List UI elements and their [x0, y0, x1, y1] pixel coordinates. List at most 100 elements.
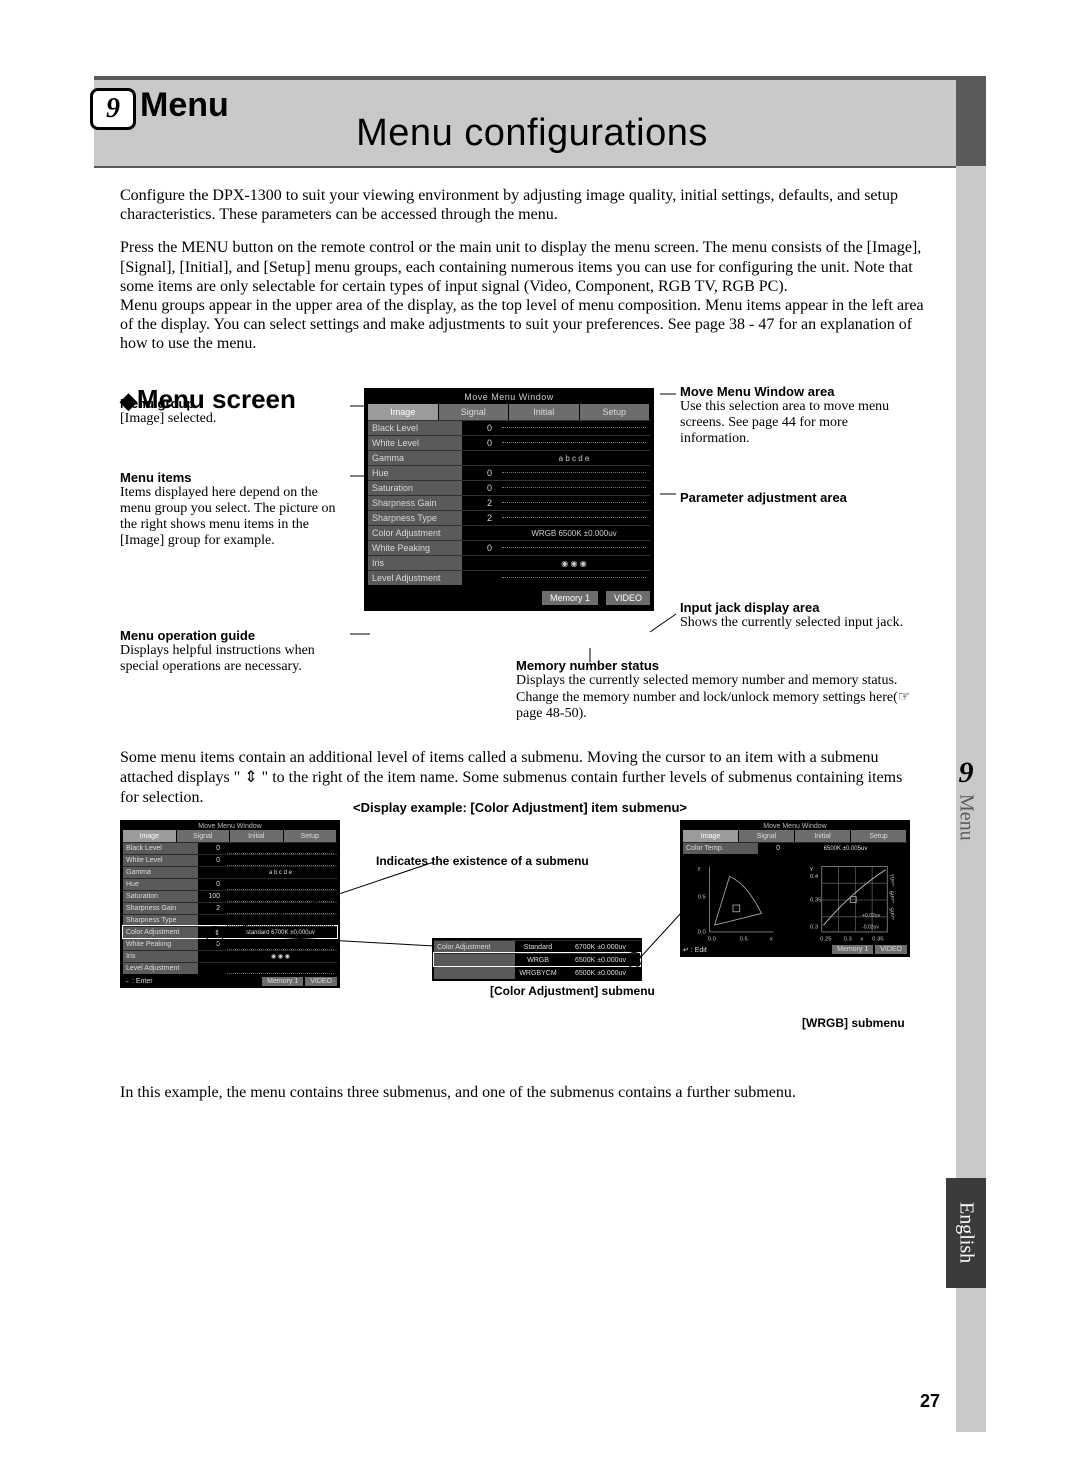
mini-right-tab-image[interactable]: Image — [683, 830, 739, 842]
osd-row-label: Sharpness Gain — [368, 496, 462, 510]
osd-row-value: 0 — [462, 483, 498, 493]
mini-left-row[interactable]: Level Adjustment — [123, 962, 337, 974]
mini-left-row[interactable]: Iris◉ ◉ ◉ — [123, 950, 337, 962]
osd-row-slider[interactable] — [498, 424, 650, 432]
osd-row-color-adjustment[interactable]: Color AdjustmentWRGB 6500K ±0.000uv — [368, 525, 650, 540]
svg-text:7000: 7000 — [887, 873, 894, 888]
display-example-caption: <Display example: [Color Adjustment] ite… — [120, 800, 920, 815]
sub-osd-row-v2: 6700K ±0.000uv — [561, 944, 640, 951]
mini-left-tab-setup[interactable]: Setup — [284, 830, 338, 842]
mini-left-mmw: Move Menu Window — [123, 823, 337, 830]
svg-text:0.5: 0.5 — [740, 936, 749, 942]
mini-left-row[interactable]: Saturation100 — [123, 890, 337, 902]
osd-row-white-level[interactable]: White Level0 — [368, 435, 650, 450]
annot-param-area: Parameter adjustment area — [680, 490, 910, 505]
osd-row-sharpness-type[interactable]: Sharpness Type2 — [368, 510, 650, 525]
mini-right-memory-chip[interactable]: Memory 1 — [832, 945, 873, 954]
svg-text:0.35: 0.35 — [872, 936, 884, 942]
mini-left-row[interactable]: Sharpness Type — [123, 914, 337, 926]
closing-paragraph: In this example, the menu contains three… — [120, 1084, 920, 1102]
osd-row-extra: a b c d e — [498, 454, 650, 463]
osd-row-label: Sharpness Type — [368, 511, 462, 525]
banner-title: Menu configurations — [94, 112, 970, 155]
osd-row-label: Level Adjustment — [368, 571, 462, 585]
annot-mmw-area: Move Menu Window area Use this selection… — [680, 384, 910, 447]
mini-left-row-label: Saturation — [123, 891, 198, 902]
mini-left-row-label: Level Adjustment — [123, 963, 198, 974]
svg-text:0.4: 0.4 — [810, 874, 819, 880]
svg-text:5000: 5000 — [887, 907, 894, 922]
side-chapter-text: Menu — [955, 794, 978, 841]
mini-left-tab-initial[interactable]: Initial — [230, 830, 284, 842]
sub-osd-row[interactable]: WRGB6500K ±0.000uv — [434, 953, 640, 966]
osd-row-slider[interactable] — [498, 439, 650, 447]
osd-row-slider[interactable] — [498, 514, 650, 522]
osd-row-level-adjustment[interactable]: Level Adjustment — [368, 570, 650, 585]
mini-left-row-value: 100 — [198, 893, 224, 900]
svg-text:x: x — [770, 936, 773, 942]
osd-row-label: Iris — [368, 556, 462, 570]
osd-tab-initial[interactable]: Initial — [509, 404, 580, 420]
osd-row-value: 0 — [462, 468, 498, 478]
mini-left-row[interactable]: Color Adjustment⇕standard 6700K ±0.000uv — [123, 926, 337, 938]
sub-osd-row[interactable]: Color AdjustmentStandard6700K ±0.000uv — [434, 940, 640, 953]
osd-tab-signal[interactable]: Signal — [439, 404, 510, 420]
mini-left-input-chip[interactable]: VIDEO — [305, 977, 337, 986]
osd-row-slider[interactable] — [498, 499, 650, 507]
mini-left-row[interactable]: Hue0 — [123, 878, 337, 890]
osd-row-value: 2 — [462, 513, 498, 523]
svg-text:x: x — [860, 936, 863, 942]
osd-row-gamma[interactable]: Gammaa b c d e — [368, 450, 650, 465]
language-tab: English — [946, 1178, 986, 1288]
mini-left-tab-image[interactable]: Image — [123, 830, 177, 842]
osd-row-hue[interactable]: Hue0 — [368, 465, 650, 480]
osd-row-value: 0 — [462, 438, 498, 448]
svg-text:+0.02uv: +0.02uv — [862, 913, 881, 919]
osd-row-value: 2 — [462, 498, 498, 508]
osd-tab-setup[interactable]: Setup — [580, 404, 651, 420]
mini-left-row[interactable]: White Peaking0 — [123, 938, 337, 950]
mini-left-row-value: 0 — [198, 881, 224, 888]
osd-row-saturation[interactable]: Saturation0 — [368, 480, 650, 495]
osd-tabs: Image Signal Initial Setup — [368, 404, 650, 420]
mini-right-header-row[interactable]: Color Temp. 0 6500K ±0.005uv — [683, 842, 907, 854]
mini-left-row-label: Black Level — [123, 843, 198, 854]
osd-row-slider[interactable] — [498, 574, 650, 582]
osd-row-slider[interactable] — [498, 469, 650, 477]
intro-paragraph-2: Press the MENU button on the remote cont… — [120, 238, 940, 296]
sub-osd-row-label — [434, 967, 515, 979]
chapter-banner: 9 Menu Menu configurations — [94, 76, 970, 168]
mini-right-input-chip[interactable]: VIDEO — [875, 945, 907, 954]
mini-right-tab-setup[interactable]: Setup — [851, 830, 907, 842]
mini-left-row[interactable]: Black Level0 — [123, 842, 337, 854]
sub-osd-row-v1: Standard — [515, 944, 561, 951]
annot-menu-items: Menu items Items displayed here depend o… — [120, 470, 350, 549]
osd-row-sharpness-gain[interactable]: Sharpness Gain2 — [368, 495, 650, 510]
osd-row-black-level[interactable]: Black Level0 — [368, 420, 650, 435]
annot-color-adjustment-submenu: [Color Adjustment] submenu — [490, 984, 655, 998]
mini-left-row[interactable]: Sharpness Gain2 — [123, 902, 337, 914]
mini-left-row[interactable]: Gammaa b c d e — [123, 866, 337, 878]
sub-osd-row[interactable]: WRGBYCM6500K ±0.000uv — [434, 966, 640, 979]
osd-tab-image[interactable]: Image — [368, 404, 439, 420]
mini-left-row-value: 0 — [198, 857, 224, 864]
mini-right-tab-initial[interactable]: Initial — [795, 830, 851, 842]
osd-memory-chip[interactable]: Memory 1 — [542, 591, 598, 605]
osd-row-label: Saturation — [368, 481, 462, 495]
mini-left-row-label: Sharpness Type — [123, 915, 198, 926]
sub-osd-row-v1: WRGBYCM — [515, 970, 561, 977]
osd-row-extra: WRGB 6500K ±0.000uv — [498, 529, 650, 538]
side-chapter-tab: 9 Menu — [946, 752, 986, 852]
osd-row-iris[interactable]: Iris◉ ◉ ◉ — [368, 555, 650, 570]
annot-menu-group: Menu group [Image] selected. — [120, 396, 320, 427]
osd-row-label: Black Level — [368, 421, 462, 435]
osd-row-white-peaking[interactable]: White Peaking0 — [368, 540, 650, 555]
osd-row-slider[interactable] — [498, 484, 650, 492]
osd-input-chip[interactable]: VIDEO — [606, 591, 650, 605]
svg-text:0.3: 0.3 — [844, 936, 852, 942]
mini-left-tab-signal[interactable]: Signal — [177, 830, 231, 842]
mini-left-row[interactable]: White Level0 — [123, 854, 337, 866]
osd-row-slider[interactable] — [498, 544, 650, 552]
mini-left-memory-chip[interactable]: Memory 1 — [262, 977, 303, 986]
mini-right-tab-signal[interactable]: Signal — [739, 830, 795, 842]
